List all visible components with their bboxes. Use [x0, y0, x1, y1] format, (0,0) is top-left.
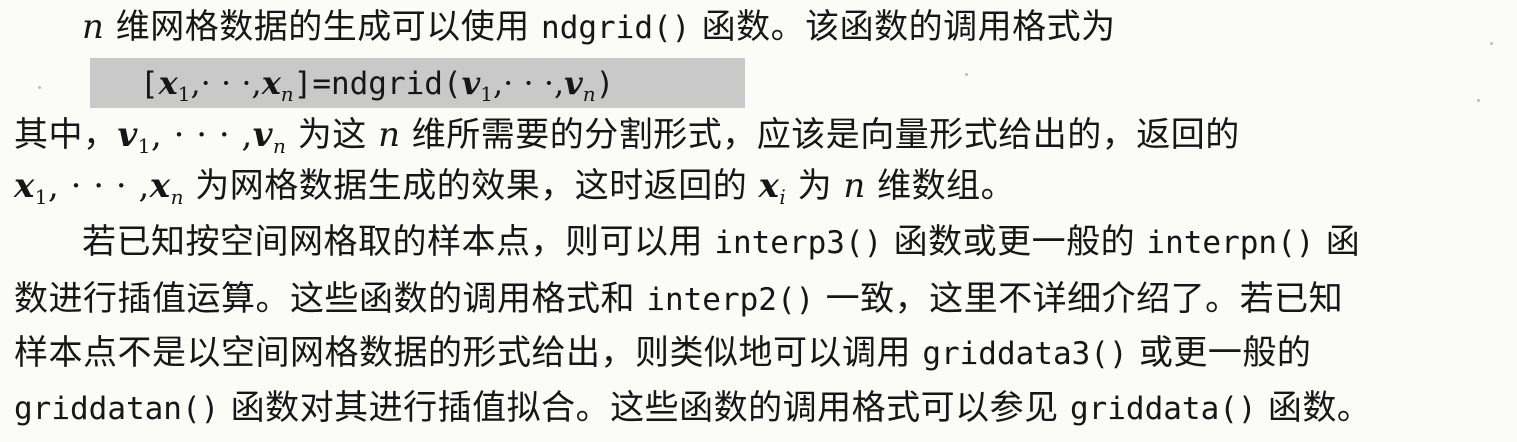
formula-x-symbol: x — [261, 64, 281, 102]
line-text: 函 — [1314, 222, 1361, 262]
line-text: 函数对其进行插值拟合。这些函数的调用格式可以参见 — [219, 388, 1070, 428]
formula-v-symbol: v — [461, 64, 481, 102]
line-text: 一致，这里不详细介绍了。若已知 — [814, 279, 1344, 319]
line-text: 为这 — [286, 115, 379, 155]
line-text: 为 — [786, 166, 844, 206]
line-text: 样本点不是以空间网格数据的形式给出，则类似地可以调用 — [14, 333, 923, 373]
line-text: 数进行插值运算。这些函数的调用格式和 — [14, 279, 647, 319]
subscript-1: 1 — [137, 134, 151, 158]
interp3-function-code: interp3() — [714, 225, 883, 261]
xi-symbol: x — [758, 166, 780, 206]
interp2-function-code: interp2() — [646, 282, 815, 318]
document-page: n 维网格数据的生成可以使用 ndgrid() 函数。该函数的调用格式为 [x1… — [0, 0, 1517, 442]
subscript-n: n — [170, 185, 184, 209]
ellipsis: , · · · , — [151, 115, 253, 155]
formula-subscript-1: 1 — [177, 82, 191, 106]
v-symbol: v — [252, 115, 274, 155]
griddatan-function-code: griddatan() — [14, 391, 220, 427]
formula-subscript-n: n — [582, 82, 596, 106]
subscript-n: n — [273, 134, 287, 158]
formula-dots: ,· · ·, — [190, 64, 262, 102]
griddata-function-code: griddata() — [1069, 391, 1257, 427]
griddata3-function-code: griddata3() — [922, 336, 1128, 372]
line-text: 为网格数据生成的效果，这时返回的 — [183, 166, 759, 206]
paragraph-2-line-4: griddatan() 函数对其进行插值拟合。这些函数的调用格式可以参见 gri… — [14, 385, 1371, 431]
interpn-function-code: interpn() — [1146, 225, 1315, 261]
formula-dots: ,· · ·, — [492, 64, 565, 102]
paragraph-2-line-3: 样本点不是以空间网格数据的形式给出，则类似地可以调用 griddata3() 或… — [14, 330, 1311, 376]
formula-close-paren: ) — [595, 66, 615, 102]
v-symbol: v — [117, 115, 138, 155]
paragraph-1-line-1: n 维网格数据的生成可以使用 ndgrid() 函数。该函数的调用格式为 — [82, 4, 1116, 50]
line-text: 维网格数据的生成可以使用 — [104, 7, 542, 47]
line-text: 或更一般的 — [1127, 333, 1312, 373]
x-symbol: x — [14, 166, 35, 206]
scan-speck — [1490, 42, 1493, 45]
dimension-symbol: n — [378, 115, 401, 155]
subscript-1: 1 — [34, 185, 49, 209]
paragraph-2-line-2: 数进行插值运算。这些函数的调用格式和 interp2() 一致，这里不详细介绍了… — [14, 276, 1343, 322]
scan-speck — [1477, 99, 1480, 102]
ndgrid-function-code: ndgrid() — [541, 10, 691, 46]
line-text: 若已知按空间网格取的样本点，则可以用 — [82, 222, 715, 262]
ndgrid-call-formula: [x1,· · ·,xn]=ndgrid(v1,· · ·,vn) — [140, 60, 614, 106]
line-text: 函数。 — [1256, 388, 1372, 428]
paragraph-1-line-3: x1, · · · ,xn 为网格数据生成的效果，这时返回的 xi 为 n 维数… — [14, 163, 1015, 209]
line-text: 维所需要的分割形式，应该是向量形式给出的，返回的 — [400, 115, 1240, 155]
formula-x-symbol: x — [158, 64, 178, 102]
paragraph-2-line-1: 若已知按空间网格取的样本点，则可以用 interp3() 函数或更一般的 int… — [82, 219, 1360, 265]
ellipsis: , · · · , — [48, 166, 150, 206]
paragraph-1-line-2: 其中，v1, · · · ,vn 为这 n 维所需要的分割形式，应该是向量形式给… — [14, 112, 1240, 158]
line-text: 维数组。 — [865, 166, 1016, 206]
formula-ndgrid-call: ]=ndgrid( — [293, 66, 462, 102]
line-text: 函数。该函数的调用格式为 — [690, 7, 1116, 47]
dimension-symbol: n — [843, 166, 866, 206]
scan-speck — [38, 86, 41, 89]
formula-v-symbol: v — [564, 64, 583, 102]
formula-left-bracket: [ — [140, 66, 159, 102]
formula-subscript-1: 1 — [480, 82, 493, 106]
line-text: 函数或更一般的 — [882, 222, 1147, 262]
formula-subscript-n: n — [280, 82, 294, 106]
line-text: 其中， — [14, 115, 118, 155]
dimension-symbol: n — [82, 7, 105, 47]
scan-speck — [965, 73, 968, 76]
x-symbol: x — [149, 166, 171, 206]
